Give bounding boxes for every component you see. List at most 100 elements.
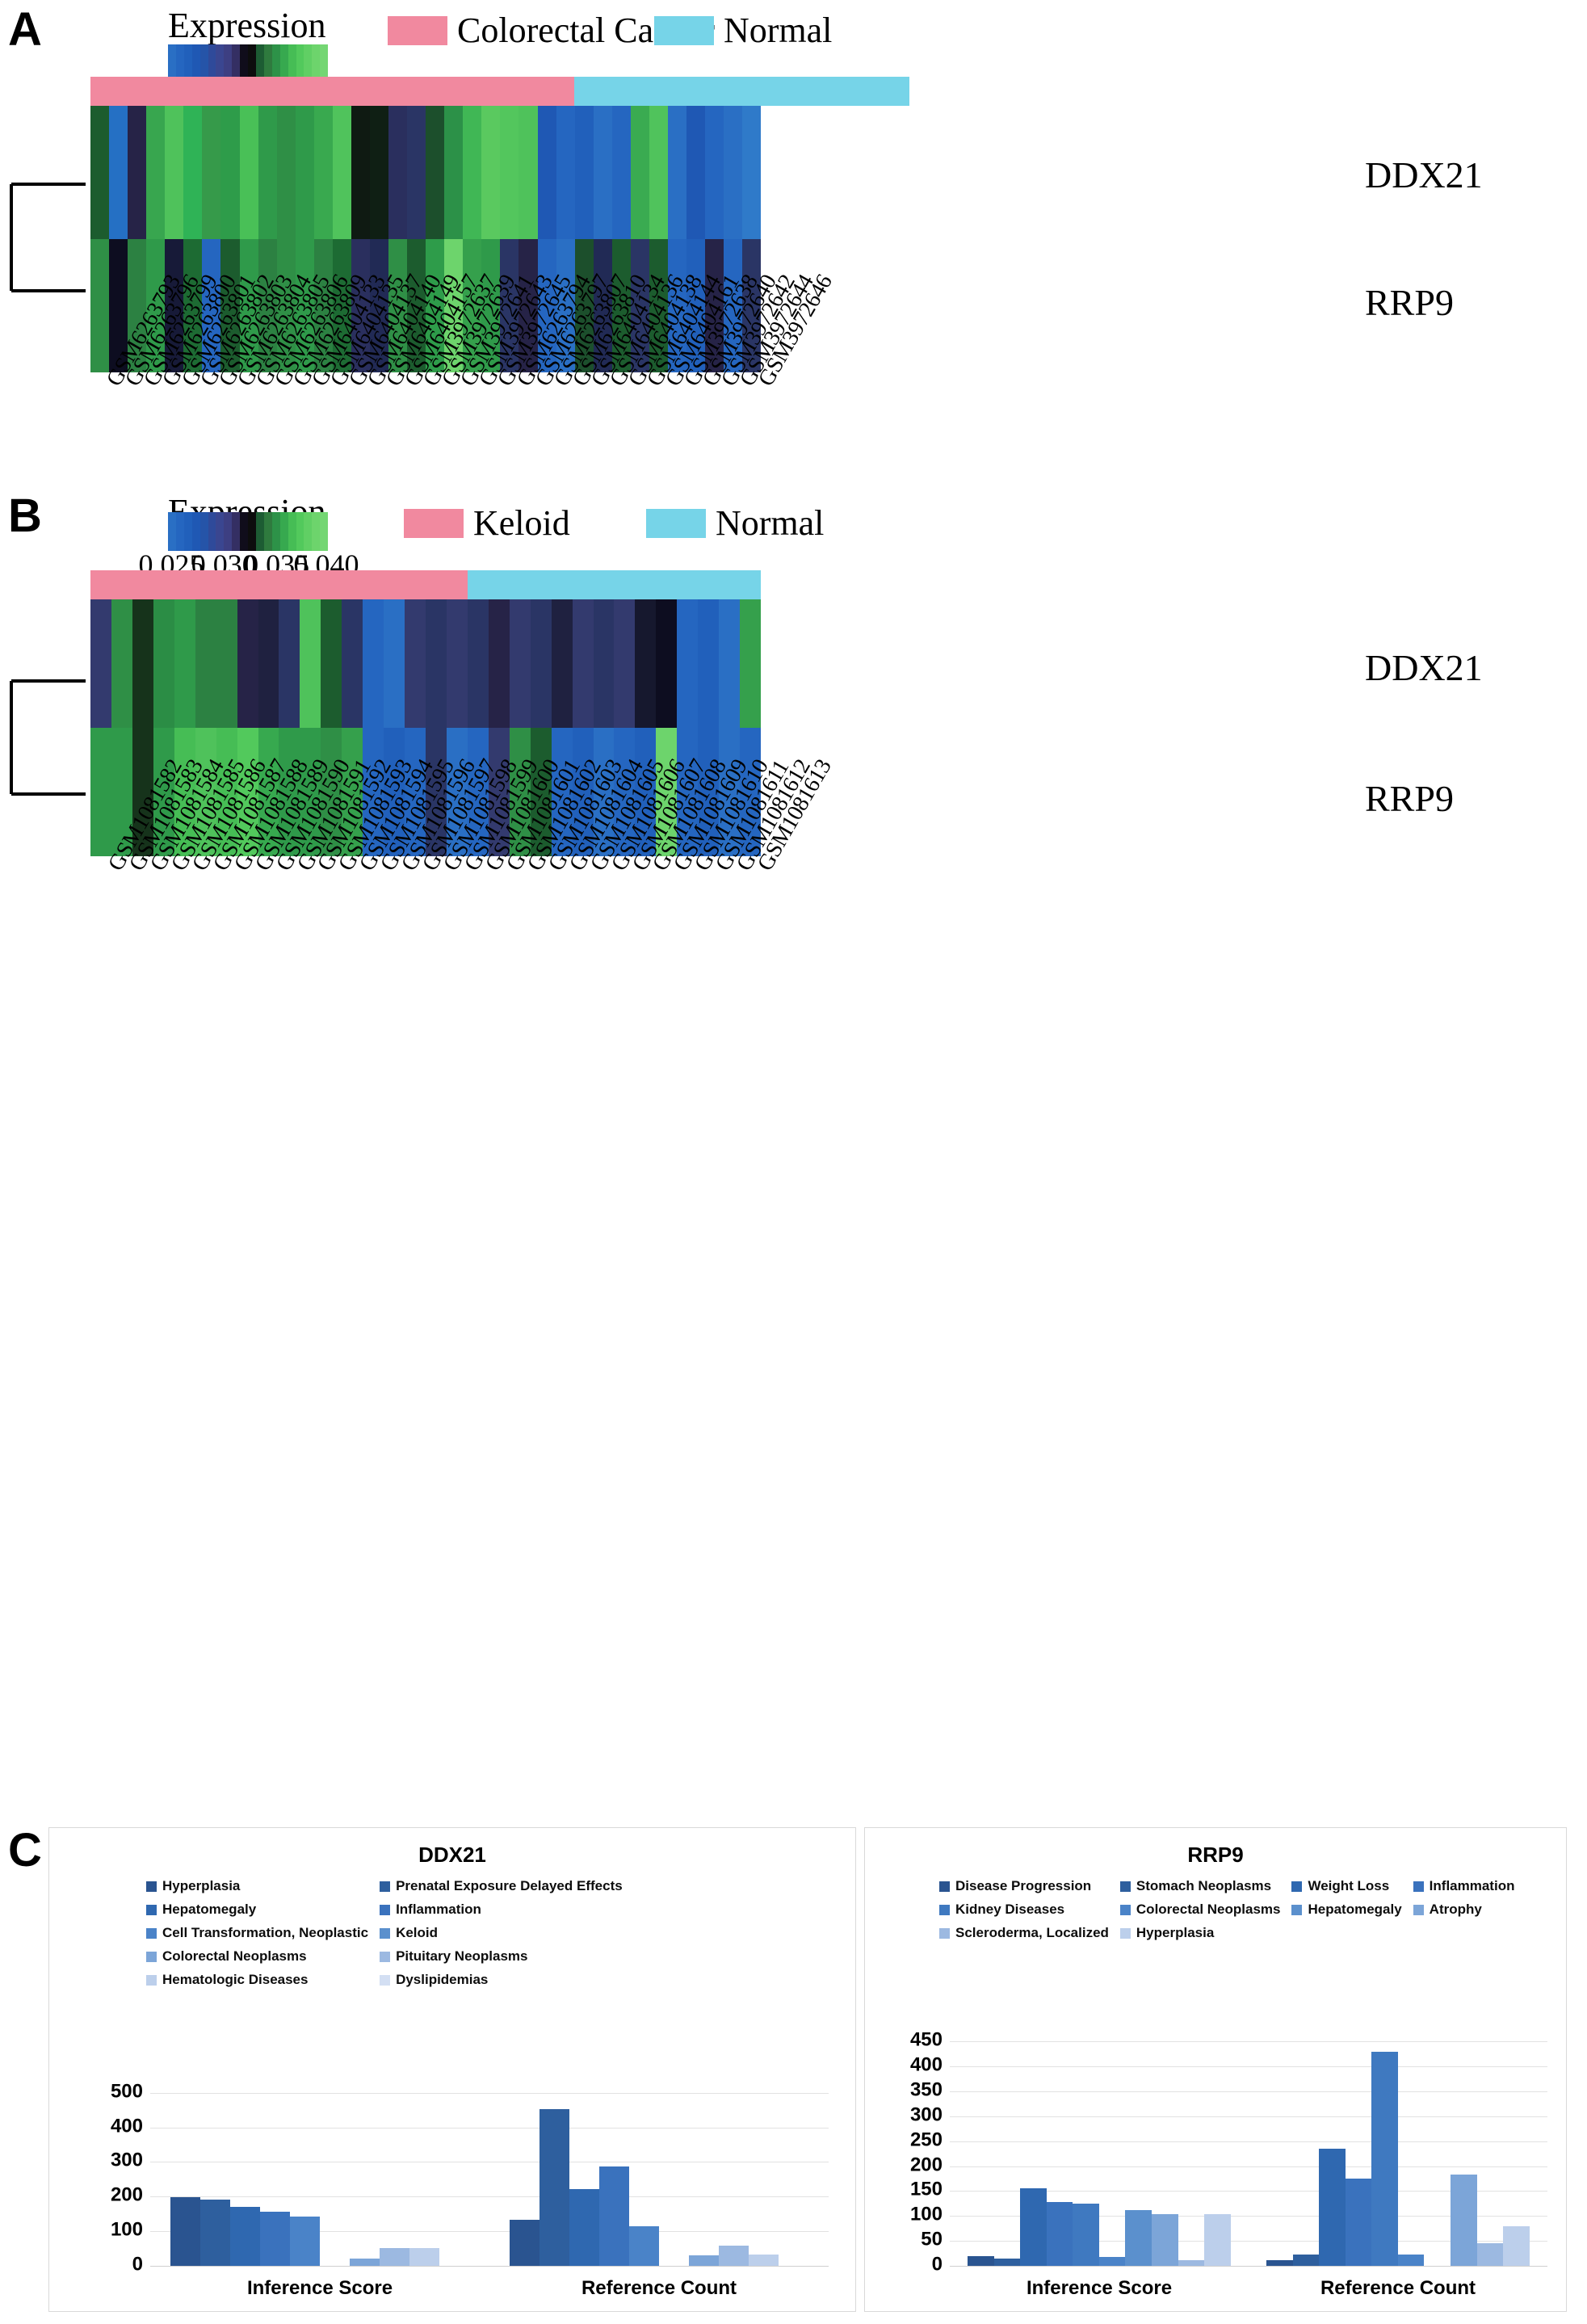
bar[interactable] bbox=[1397, 2255, 1425, 2266]
legend-item[interactable]: Cell Transformation, Neoplastic bbox=[146, 1925, 368, 1941]
bar[interactable] bbox=[718, 2246, 749, 2266]
legend-item[interactable]: Colorectal Neoplasms bbox=[1119, 1902, 1281, 1918]
heatmap-cell bbox=[742, 106, 762, 239]
bar[interactable] bbox=[748, 2255, 779, 2266]
legend-label: Inflammation bbox=[396, 1902, 481, 1917]
legend-item[interactable]: Stomach Neoplasms bbox=[1119, 1878, 1281, 1894]
bar[interactable] bbox=[1266, 2259, 1293, 2266]
panel-c-letter: C bbox=[8, 1824, 42, 1876]
heatmap-cell bbox=[90, 106, 110, 239]
chart-title: RRP9 bbox=[1187, 1843, 1244, 1867]
heatmap-cell bbox=[630, 106, 649, 239]
x-axis-category-label: Inference Score bbox=[1026, 2277, 1173, 2299]
legend-swatch bbox=[939, 1881, 950, 1892]
legend-item[interactable]: Kidney Diseases bbox=[939, 1902, 1109, 1918]
panel-a-group-bar-cancer bbox=[90, 77, 575, 106]
heatmap-cell bbox=[258, 599, 279, 728]
legend-item[interactable]: Hyperplasia bbox=[1119, 1925, 1281, 1941]
heatmap-cell bbox=[698, 599, 720, 728]
bar[interactable] bbox=[629, 2225, 659, 2266]
legend-item[interactable]: Hematologic Diseases bbox=[146, 1972, 368, 1988]
bar[interactable] bbox=[1451, 2175, 1477, 2266]
bar[interactable] bbox=[1046, 2202, 1073, 2266]
bar[interactable] bbox=[569, 2188, 600, 2266]
legend-label: Kidney Diseases bbox=[955, 1902, 1065, 1917]
legend-label: Colorectal Neoplasms bbox=[1136, 1902, 1281, 1917]
bar[interactable] bbox=[200, 2199, 231, 2266]
legend-swatch bbox=[380, 1974, 391, 1986]
legend-label: Weight Loss bbox=[1308, 1878, 1390, 1893]
legend-label: Cell Transformation, Neoplastic bbox=[162, 1925, 369, 1940]
legend-item[interactable]: Scleroderma, Localized bbox=[939, 1925, 1109, 1941]
heatmap-cell bbox=[530, 599, 552, 728]
bar[interactable] bbox=[1204, 2213, 1231, 2266]
heatmap-cell bbox=[667, 106, 686, 239]
heatmap-cell bbox=[128, 106, 147, 239]
bar[interactable] bbox=[1098, 2256, 1126, 2266]
bar[interactable] bbox=[599, 2166, 629, 2266]
bar[interactable] bbox=[409, 2247, 439, 2266]
legend-item[interactable]: Keloid bbox=[380, 1925, 623, 1941]
bar[interactable] bbox=[688, 2255, 719, 2266]
bar[interactable] bbox=[1292, 2255, 1320, 2266]
bar[interactable] bbox=[1503, 2225, 1530, 2266]
bar[interactable] bbox=[230, 2207, 261, 2266]
chart-plot-area: 0 50 100 150 200 250 300 350 400 450 bbox=[910, 2029, 1547, 2276]
bar[interactable] bbox=[260, 2212, 290, 2266]
bar[interactable] bbox=[349, 2259, 380, 2266]
bar[interactable] bbox=[170, 2197, 201, 2266]
legend-item[interactable]: Atrophy bbox=[1413, 1902, 1515, 1918]
legend-item[interactable]: Pituitary Neoplasms bbox=[380, 1948, 623, 1965]
heatmap-cell bbox=[109, 106, 128, 239]
colorbar-cell bbox=[168, 512, 176, 551]
bar[interactable] bbox=[1178, 2259, 1205, 2266]
heatmap-cell bbox=[183, 106, 203, 239]
heatmap-cell bbox=[500, 106, 519, 239]
legend-item[interactable]: Hepatomegaly bbox=[1291, 1902, 1402, 1918]
heatmap-cell bbox=[572, 599, 594, 728]
panel-b-legend-swatch-keloid bbox=[404, 509, 464, 538]
legend-label: Dyslipidemias bbox=[396, 1972, 489, 1987]
legend-item[interactable]: Dyslipidemias bbox=[380, 1972, 623, 1988]
bar[interactable] bbox=[539, 2109, 570, 2266]
bar[interactable] bbox=[968, 2255, 994, 2266]
bar[interactable] bbox=[379, 2247, 409, 2266]
legend-item[interactable]: Weight Loss bbox=[1291, 1878, 1401, 1894]
bar[interactable] bbox=[1371, 2051, 1398, 2266]
y-axis-tick-label: 100 bbox=[110, 2218, 143, 2241]
legend-item[interactable]: Prenatal Exposure Delayed Effects bbox=[380, 1878, 623, 1894]
heatmap-cell bbox=[407, 106, 426, 239]
heatmap-cell bbox=[740, 599, 761, 728]
bar[interactable] bbox=[1152, 2214, 1178, 2266]
colorbar-cell bbox=[216, 512, 225, 551]
legend-item[interactable]: Hepatomegaly bbox=[146, 1902, 368, 1918]
colorbar-cell bbox=[263, 512, 272, 551]
bar[interactable] bbox=[993, 2259, 1021, 2266]
bar[interactable] bbox=[1125, 2209, 1152, 2266]
legend-swatch bbox=[380, 1951, 391, 1962]
panel-b-gene-label-ddx21: DDX21 bbox=[1365, 647, 1483, 688]
heatmap-cell bbox=[593, 106, 612, 239]
legend-item[interactable]: Inflammation bbox=[1413, 1878, 1514, 1894]
colorbar-cell bbox=[183, 512, 192, 551]
bar[interactable] bbox=[510, 2220, 540, 2266]
legend-item[interactable]: Disease Progression bbox=[939, 1878, 1109, 1894]
y-axis-tick-label: 200 bbox=[110, 2183, 143, 2206]
heatmap-cell bbox=[300, 599, 321, 728]
bar[interactable] bbox=[1020, 2188, 1047, 2266]
heatmap-cell bbox=[384, 599, 405, 728]
bar[interactable] bbox=[1319, 2149, 1346, 2266]
bar[interactable] bbox=[1073, 2203, 1099, 2266]
legend-label: Keloid bbox=[396, 1925, 439, 1940]
legend-item[interactable]: Colorectal Neoplasms bbox=[146, 1948, 368, 1965]
chart-title: DDX21 bbox=[418, 1843, 486, 1867]
legend-item[interactable]: Inflammation bbox=[380, 1902, 623, 1918]
legend-swatch bbox=[146, 1974, 157, 1986]
bar[interactable] bbox=[1345, 2179, 1372, 2266]
bar[interactable] bbox=[290, 2216, 320, 2266]
y-axis-tick-label: 50 bbox=[921, 2228, 943, 2250]
legend-item[interactable]: Hyperplasia bbox=[146, 1878, 368, 1894]
panel-a-expression-title: Expression bbox=[168, 6, 326, 45]
bar[interactable] bbox=[1476, 2243, 1504, 2266]
colorbar-cell bbox=[191, 512, 200, 551]
